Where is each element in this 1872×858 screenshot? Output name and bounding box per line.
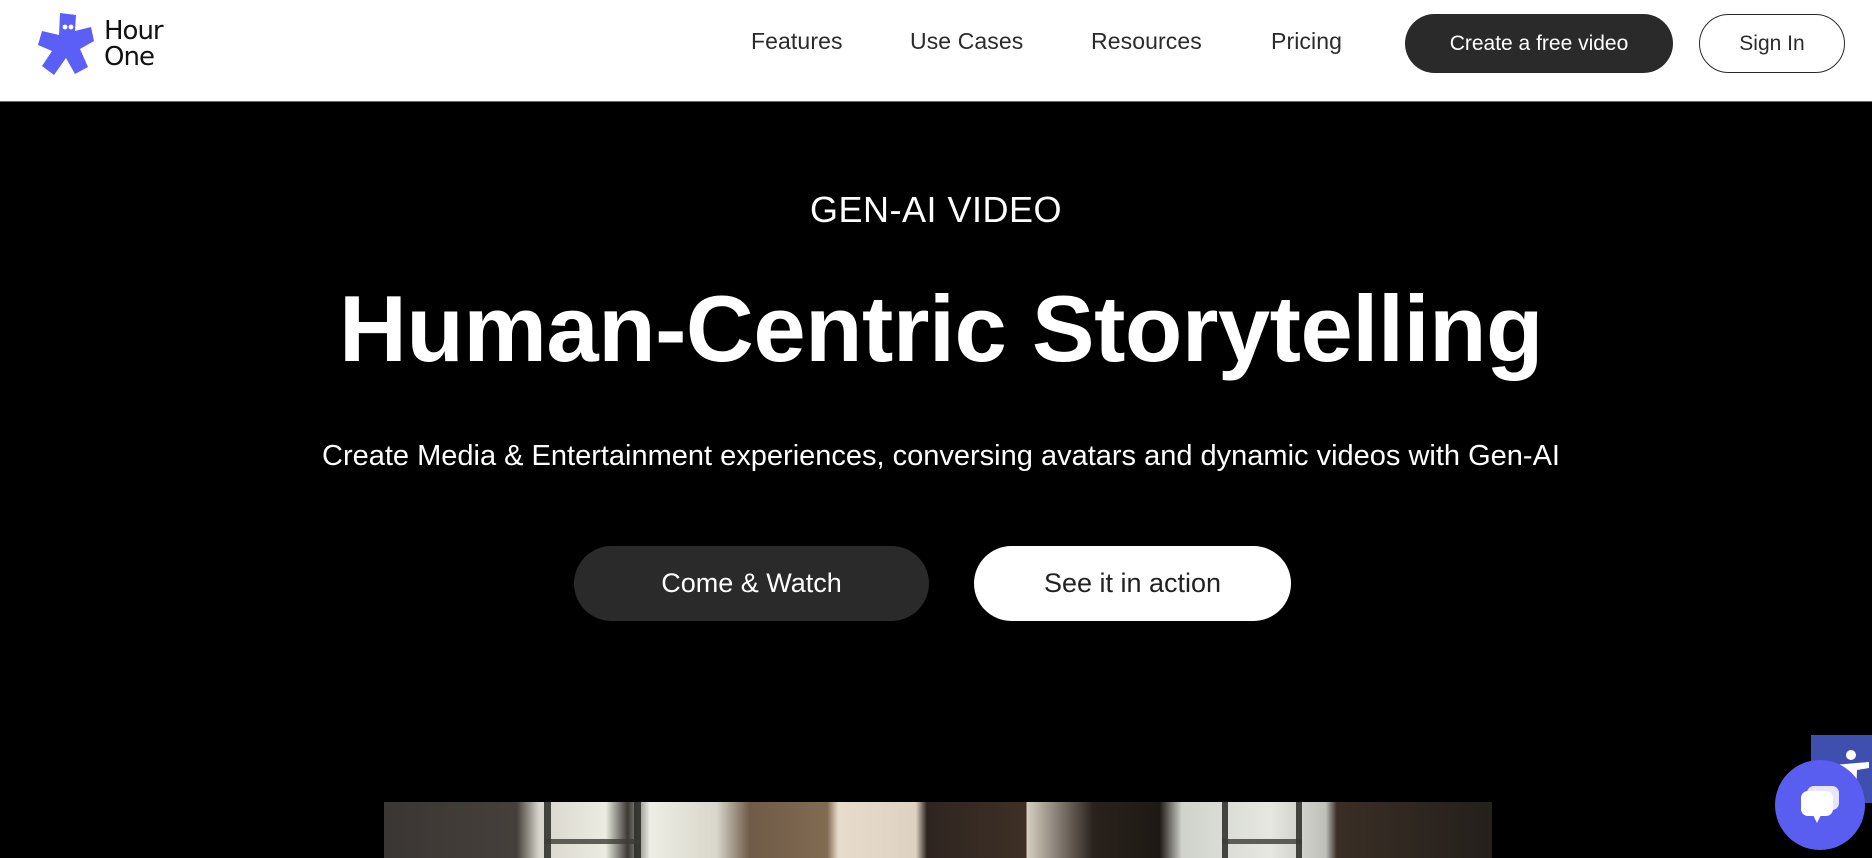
nav-pricing[interactable]: Pricing: [1271, 28, 1342, 55]
sign-in-button[interactable]: Sign In: [1699, 14, 1845, 73]
come-and-watch-button[interactable]: Come & Watch: [574, 546, 929, 621]
brand-name: Hour One: [104, 16, 164, 72]
hero-video-preview[interactable]: [384, 802, 1492, 858]
window-frame: [1222, 802, 1228, 858]
window-frame: [1222, 839, 1302, 844]
create-free-video-button[interactable]: Create a free video: [1405, 14, 1673, 73]
hero-eyebrow: GEN-AI VIDEO: [809, 189, 1063, 230]
window-frame: [634, 802, 641, 858]
brand-line-2: One: [104, 42, 155, 72]
hero-section: GEN-AI VIDEO Human-Centric Storytelling …: [0, 103, 1872, 858]
window-frame: [1296, 802, 1302, 858]
window-frame: [544, 802, 551, 858]
window-frame: [544, 839, 641, 844]
chat-bubbles-icon: [1801, 786, 1839, 823]
nav-features[interactable]: Features: [751, 28, 843, 55]
brand-line-1: Hour: [104, 16, 164, 46]
nav-use-cases[interactable]: Use Cases: [910, 28, 1023, 55]
hero-subheadline: Create Media & Entertainment experiences…: [322, 440, 1560, 472]
site-header: Hour One Features Use Cases Resources Pr…: [0, 0, 1872, 102]
hero-headline: Human-Centric Storytelling: [339, 276, 1543, 381]
chat-button[interactable]: [1775, 760, 1865, 850]
see-it-in-action-button[interactable]: See it in action: [974, 546, 1291, 621]
nav-resources[interactable]: Resources: [1091, 28, 1202, 55]
hour-one-star-icon: [38, 13, 94, 75]
brand-logo[interactable]: Hour One: [38, 10, 188, 78]
